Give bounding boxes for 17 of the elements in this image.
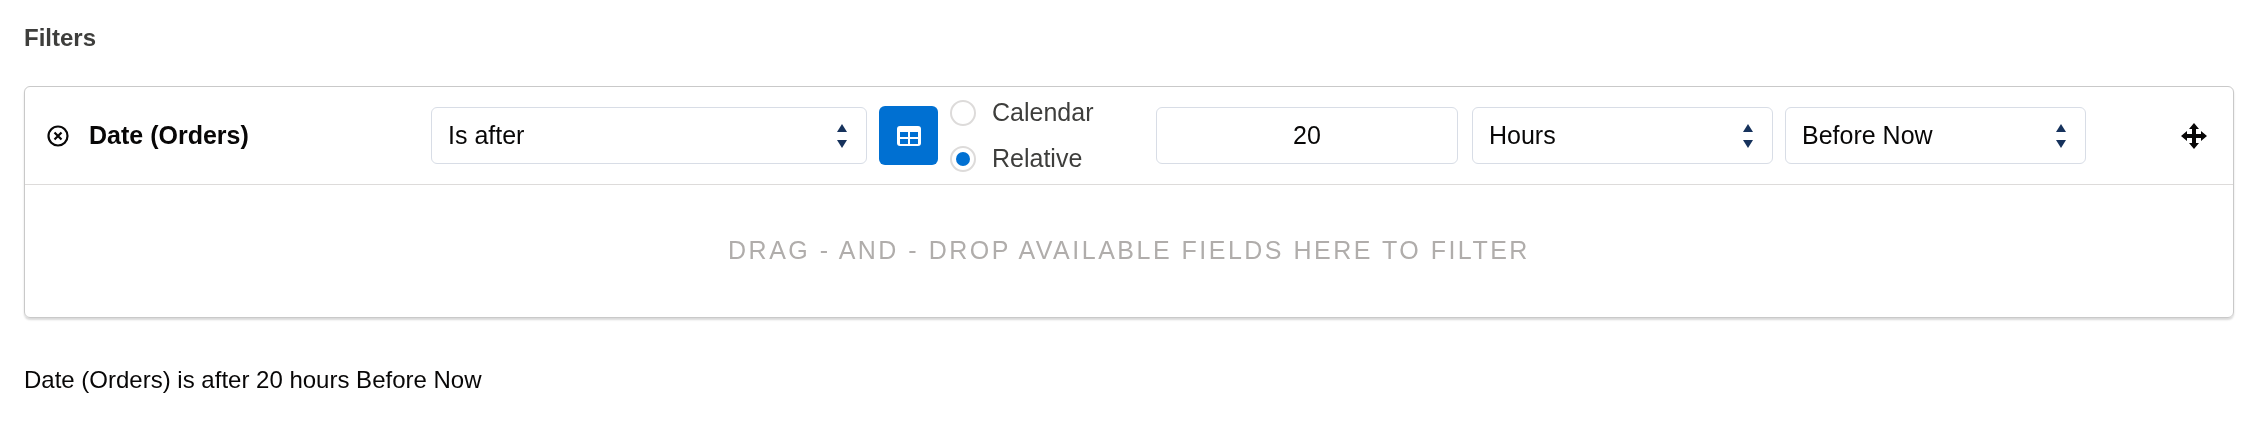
- move-icon[interactable]: [2180, 121, 2208, 150]
- operator-select[interactable]: Is after: [431, 107, 867, 164]
- section-title: Filters: [24, 23, 98, 53]
- mode-radio[interactable]: Relative: [950, 137, 1156, 180]
- direction-select[interactable]: Before Now: [1785, 107, 2086, 164]
- sort-arrows-icon: [836, 122, 848, 149]
- sort-arrows-icon: [1742, 122, 1754, 149]
- mode-radio[interactable]: Calendar: [950, 91, 1156, 134]
- remove-icon[interactable]: [47, 124, 69, 147]
- sort-arrows-icon: [2055, 122, 2067, 149]
- unit-select[interactable]: Hours: [1472, 107, 1773, 164]
- table-icon: [895, 124, 922, 147]
- drop-zone-hint: DRAG - AND - DROP AVAILABLE FIELDS HERE TO FILTER: [728, 235, 1530, 267]
- field-label: Date (Orders): [89, 119, 250, 151]
- amount-field[interactable]: 20: [1156, 107, 1458, 164]
- filter-summary: Date (Orders) is after 20 hours Before Now: [24, 365, 483, 395]
- calendar-toggle-button[interactable]: [879, 106, 938, 165]
